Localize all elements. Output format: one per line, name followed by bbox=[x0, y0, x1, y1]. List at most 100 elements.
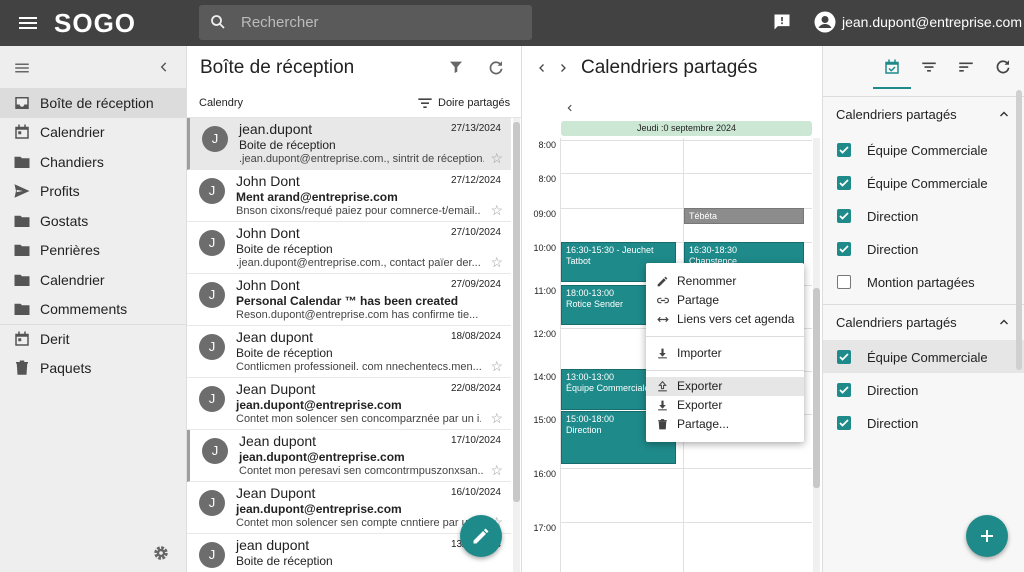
message-date: 27/12/2024 bbox=[450, 175, 501, 186]
scrollbar[interactable] bbox=[813, 138, 820, 572]
calendar-toggle[interactable]: Équipe Commerciale bbox=[823, 166, 1024, 199]
message-date: 22/08/2024 bbox=[450, 383, 501, 394]
menu-item-share[interactable]: Partage bbox=[646, 291, 804, 310]
chat-icon[interactable] bbox=[772, 12, 792, 32]
checkbox[interactable] bbox=[837, 383, 851, 397]
list-item[interactable]: J Jean Dupont 22/08/2024 jean.dupont@ent… bbox=[187, 378, 511, 430]
list-item[interactable]: J Jean dupont 17/10/2024 jean.dupont@ent… bbox=[187, 430, 511, 482]
folder-icon bbox=[14, 245, 30, 257]
scrollbar-thumb[interactable] bbox=[513, 122, 520, 502]
user-email[interactable]: jean.dupont@entreprise.com bbox=[842, 14, 1022, 30]
sidebar-item-paquets[interactable]: Paquets bbox=[0, 354, 186, 384]
menu-item-share-more[interactable]: Partage... bbox=[646, 415, 804, 434]
avatar: J bbox=[199, 178, 225, 204]
star-icon[interactable]: ☆ bbox=[490, 203, 503, 217]
calendar-label[interactable]: Calendry bbox=[199, 97, 243, 109]
event-title: Tébéta bbox=[689, 211, 718, 221]
scrollbar[interactable] bbox=[513, 118, 520, 572]
message-date: 17/10/2024 bbox=[450, 435, 501, 446]
calendar-toggle[interactable]: Direction bbox=[823, 199, 1024, 232]
list-item[interactable]: J jean.dupont 27/13/2024 Boite de récept… bbox=[187, 118, 511, 170]
calendar-toggle[interactable]: Montion partagées bbox=[823, 265, 1024, 298]
star-icon[interactable]: ☆ bbox=[490, 255, 503, 269]
sidebar-item-profits[interactable]: Profits bbox=[0, 177, 186, 207]
menu-icon[interactable] bbox=[13, 59, 31, 77]
app-logo[interactable]: SOGO bbox=[54, 8, 136, 39]
menu-item-import[interactable]: Importer bbox=[646, 344, 804, 363]
sidebar-item-derit[interactable]: Derit bbox=[0, 324, 186, 354]
list-item[interactable]: J John Dont 27/12/2024 Ment arand@entrep… bbox=[187, 170, 511, 222]
sidebar-item-label: Chandiers bbox=[40, 153, 104, 170]
sidebar-item-commements[interactable]: Commements bbox=[0, 295, 186, 325]
star-icon[interactable]: ☆ bbox=[490, 359, 503, 373]
message-date: 27/10/2024 bbox=[450, 227, 501, 238]
add-calendar-button[interactable] bbox=[966, 515, 1008, 557]
calendar-check-icon[interactable] bbox=[883, 58, 901, 76]
search-input[interactable] bbox=[241, 9, 521, 36]
menu-icon[interactable] bbox=[16, 11, 40, 35]
chevron-right-icon[interactable] bbox=[557, 61, 569, 75]
calendar-name: Montion partagées bbox=[867, 275, 975, 290]
section-header[interactable]: Calendriers partagés bbox=[823, 96, 1024, 129]
star-icon[interactable]: ☆ bbox=[490, 151, 503, 165]
hour-label: 09:00 bbox=[533, 209, 556, 219]
refresh-icon[interactable] bbox=[994, 58, 1012, 76]
filter-list-icon[interactable] bbox=[920, 58, 938, 76]
checkbox[interactable] bbox=[837, 176, 851, 190]
sidebar: Boîte de réception Calendrier Chandiers … bbox=[0, 46, 187, 572]
menu-item-label: Exporter bbox=[677, 398, 723, 412]
menu-item-export[interactable]: Exporter bbox=[646, 377, 804, 396]
checkbox[interactable] bbox=[837, 242, 851, 256]
message-subject: Boite de réception bbox=[236, 554, 333, 568]
filter-icon[interactable] bbox=[448, 59, 464, 75]
checkbox[interactable] bbox=[837, 416, 851, 430]
folder-icon bbox=[14, 274, 30, 286]
menu-item-label: Partage... bbox=[677, 417, 730, 431]
refresh-icon[interactable] bbox=[487, 59, 505, 77]
sidebar-item-label: Penrières bbox=[40, 242, 100, 259]
sort-label[interactable]: Doire partagés bbox=[438, 97, 510, 109]
star-icon[interactable]: ☆ bbox=[490, 411, 503, 425]
sidebar-item-label: Gostats bbox=[40, 212, 89, 229]
chevron-left-icon[interactable] bbox=[157, 60, 171, 74]
compose-button[interactable] bbox=[460, 515, 502, 557]
gear-icon[interactable] bbox=[152, 544, 170, 562]
calendar-toggle[interactable]: Direction bbox=[823, 406, 1024, 439]
scrollbar-thumb[interactable] bbox=[813, 288, 820, 488]
calendar-toggle[interactable]: Direction bbox=[823, 232, 1024, 265]
menu-item-export-2[interactable]: Exporter bbox=[646, 396, 804, 415]
menu-item-rename[interactable]: Renommer bbox=[646, 272, 804, 291]
calendar-toggle[interactable]: Direction bbox=[823, 373, 1024, 406]
message-subject: Boite de réception bbox=[236, 242, 333, 256]
calendar-icon bbox=[15, 124, 29, 139]
list-item[interactable]: J Jean dupont 18/08/2024 Boite de récept… bbox=[187, 326, 511, 378]
sidebar-item-calendrier-folder[interactable]: Calendrier bbox=[0, 265, 186, 295]
menu-item-links[interactable]: Liens vers cet agenda bbox=[646, 310, 804, 329]
calendar-toggle[interactable]: Équipe Commerciale bbox=[823, 133, 1024, 166]
checkbox[interactable] bbox=[837, 209, 851, 223]
folder-icon bbox=[14, 156, 30, 168]
sidebar-item-chandiers[interactable]: Chandiers bbox=[0, 147, 186, 177]
list-item[interactable]: J John Dont 27/09/2024 Personal Calendar… bbox=[187, 274, 511, 326]
sidebar-item-inbox[interactable]: Boîte de réception bbox=[0, 88, 186, 118]
checkbox[interactable] bbox=[837, 350, 851, 364]
checkbox[interactable] bbox=[837, 275, 851, 289]
sort-icon[interactable] bbox=[417, 96, 433, 110]
sidebar-item-calendar[interactable]: Calendrier bbox=[0, 118, 186, 148]
checkbox[interactable] bbox=[837, 143, 851, 157]
sort-icon[interactable] bbox=[957, 58, 975, 76]
chevron-left-icon[interactable] bbox=[536, 61, 548, 75]
sidebar-item-penrieres[interactable]: Penrières bbox=[0, 236, 186, 266]
calendar-toggle[interactable]: Équipe Commerciale bbox=[823, 340, 1024, 373]
calendar-title: Calendriers partagés bbox=[581, 57, 758, 78]
section-header[interactable]: Calendriers partagés bbox=[823, 304, 1024, 337]
calendar-list-panel: Calendriers partagés Équipe Commerciale … bbox=[823, 46, 1024, 572]
account-icon[interactable] bbox=[813, 10, 837, 34]
calendar-event[interactable]: Tébéta bbox=[684, 208, 804, 224]
scrollbar[interactable] bbox=[1016, 90, 1022, 370]
star-icon[interactable]: ☆ bbox=[490, 463, 503, 477]
sidebar-item-gostats[interactable]: Gostats bbox=[0, 206, 186, 236]
hour-line bbox=[560, 173, 812, 174]
chevron-left-icon[interactable] bbox=[565, 102, 575, 114]
list-item[interactable]: J John Dont 27/10/2024 Boite de réceptio… bbox=[187, 222, 511, 274]
